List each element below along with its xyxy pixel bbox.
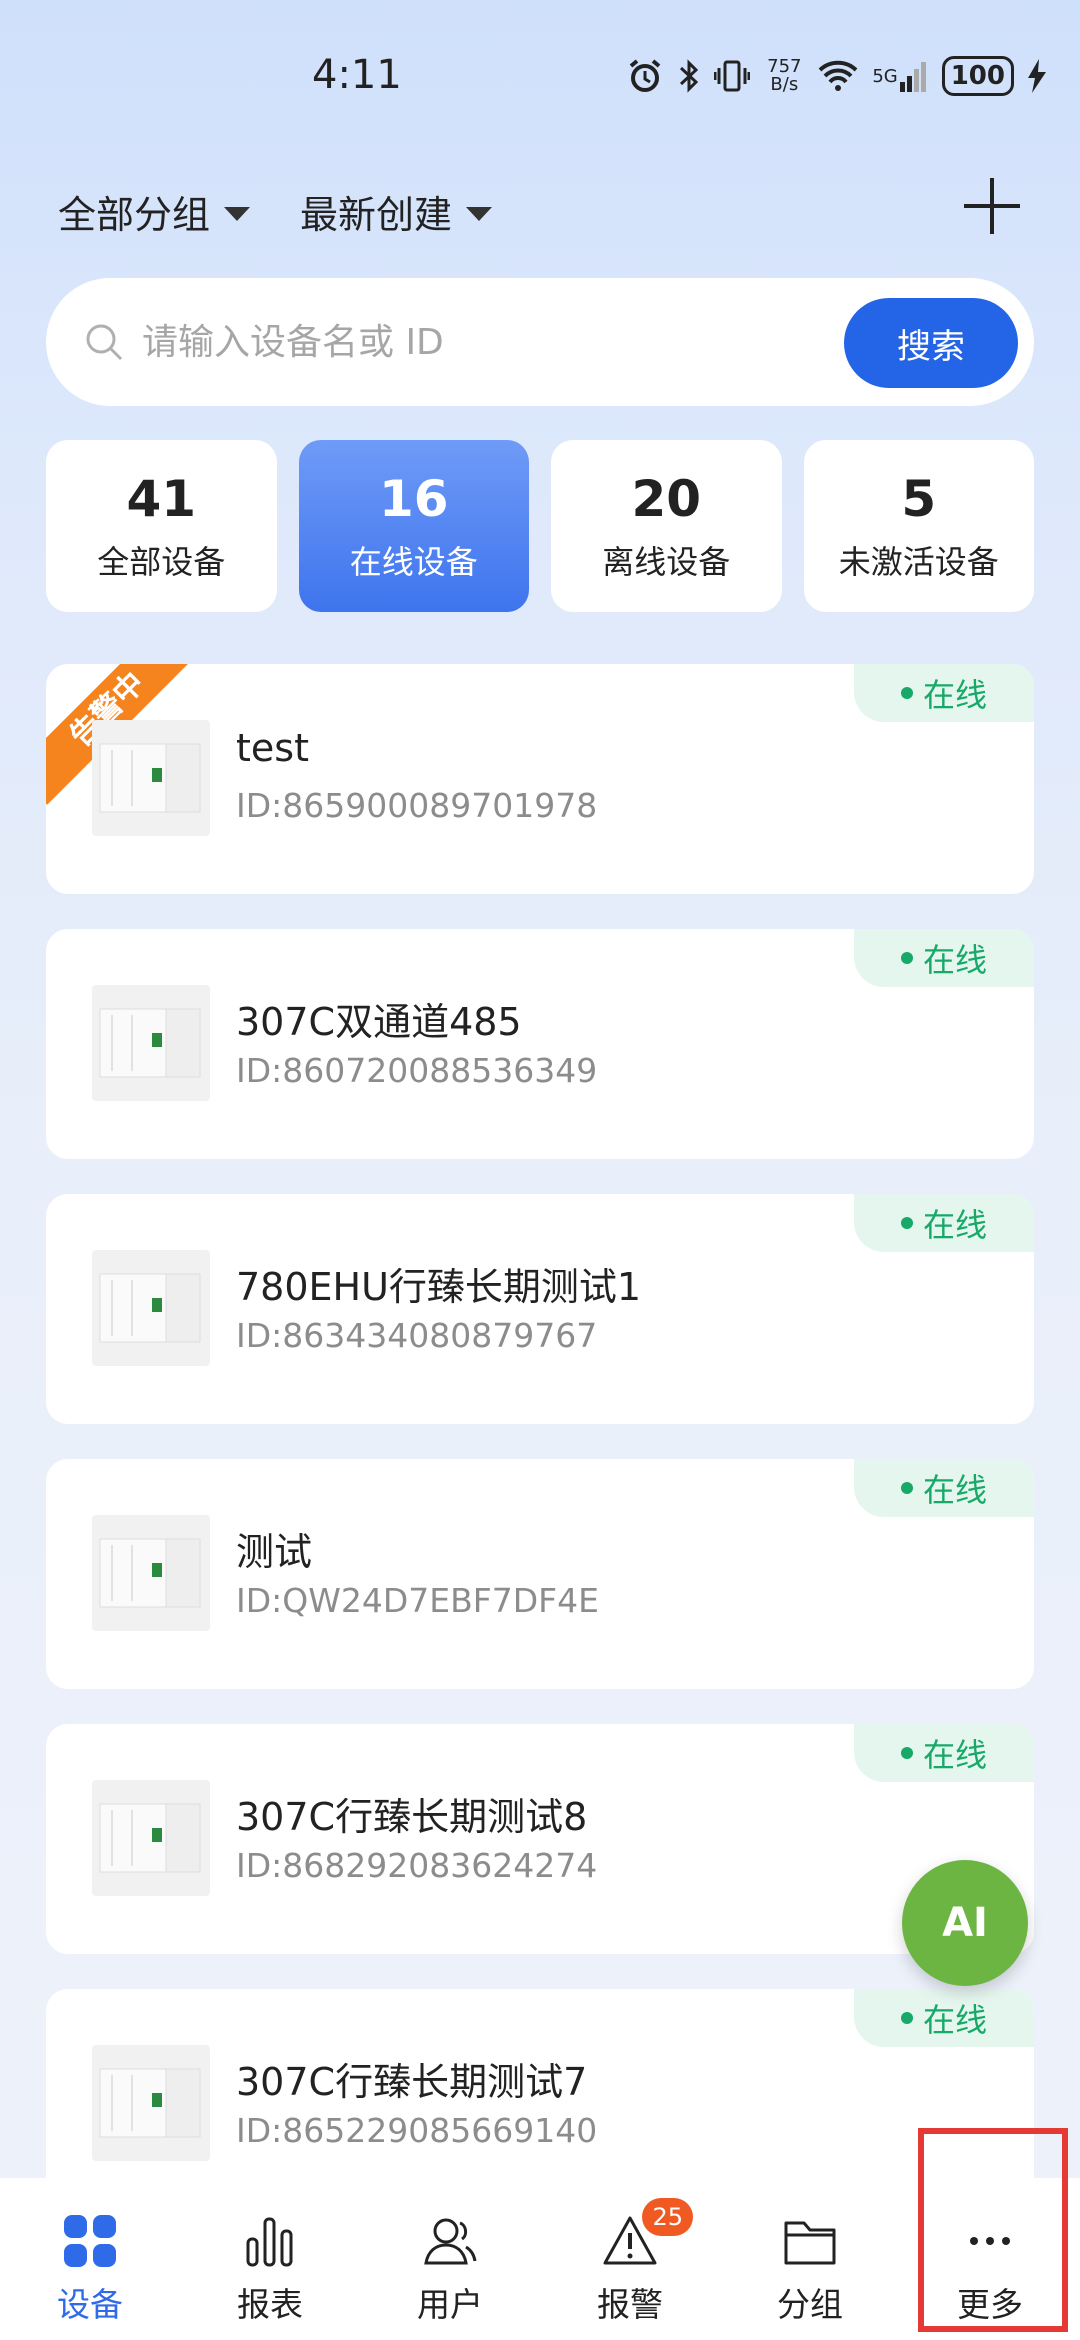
bluetooth-icon — [678, 58, 700, 94]
bar-chart-icon — [241, 2212, 299, 2270]
charging-icon — [1028, 59, 1046, 93]
online-dot-icon — [900, 687, 913, 699]
device-card[interactable]: 307C双通道485 ID:860720088536349 在线 — [46, 929, 1034, 1159]
nav-item-devices[interactable]: 设备 — [0, 2178, 180, 2340]
device-card[interactable]: 307C行臻长期测试8 ID:868292083624274 在线 — [46, 1724, 1034, 1954]
device-name: test — [236, 726, 309, 770]
stat-inactive-devices[interactable]: 5 未激活设备 — [803, 440, 1034, 612]
stat-count: 41 — [126, 470, 197, 528]
device-name: 307C双通道485 — [236, 1000, 522, 1044]
battery-indicator: 100 — [941, 56, 1014, 96]
device-id: ID:865229085669140 — [236, 2111, 598, 2150]
online-dot-icon — [900, 1217, 913, 1229]
device-id: ID:863434080879767 — [236, 1316, 598, 1355]
device-id: ID:QW24D7EBF7DF4E — [236, 1581, 599, 1620]
signal-icon: 5G — [872, 60, 927, 92]
alarm-clock-icon — [626, 57, 664, 95]
device-name: 307C行臻长期测试7 — [236, 2060, 588, 2104]
sort-filter[interactable]: 最新创建 — [300, 184, 493, 239]
search-icon — [84, 322, 124, 362]
group-filter[interactable]: 全部分组 — [58, 184, 251, 239]
status-badge: 在线 — [854, 929, 1034, 987]
device-name: 测试 — [236, 1530, 313, 1574]
bottom-nav: 设备 报表 用户 25 报警 分组 更多 — [0, 2128, 1080, 2340]
net-speed: 757 B/s — [767, 56, 802, 95]
warning-icon: 25 — [601, 2198, 693, 2270]
nav-item-more[interactable]: 更多 — [900, 2128, 1080, 2340]
device-thumbnail — [92, 720, 210, 836]
more-icon — [961, 2212, 1019, 2270]
ai-assistant-button[interactable]: AI — [902, 1860, 1028, 1986]
nav-label: 报警 — [597, 2285, 663, 2324]
add-icon[interactable] — [964, 178, 1020, 234]
wifi-icon — [818, 60, 858, 92]
nav-item-groups[interactable]: 分组 — [720, 2178, 900, 2340]
status-bar: 4:11 757 B/s 5G 100 — [0, 0, 1080, 160]
device-id: ID:860720088536349 — [236, 1051, 598, 1090]
device-card[interactable]: 307C行臻长期测试7 ID:865229085669140 在线 — [46, 1989, 1034, 2179]
status-badge: 在线 — [854, 1459, 1034, 1517]
search-input[interactable] — [142, 300, 842, 384]
device-thumbnail — [92, 985, 210, 1101]
user-icon — [421, 2212, 479, 2270]
device-card[interactable]: 告警中 test ID:865900089701978 在线 — [46, 664, 1034, 894]
stat-online-devices[interactable]: 16 在线设备 — [298, 440, 529, 612]
device-card[interactable]: 780EHU行臻长期测试1 ID:863434080879767 在线 — [46, 1194, 1034, 1424]
device-card[interactable]: 测试 ID:QW24D7EBF7DF4E 在线 — [46, 1459, 1034, 1689]
device-name: 780EHU行臻长期测试1 — [236, 1265, 642, 1309]
status-icons: 757 B/s 5G 100 — [626, 56, 1046, 96]
status-badge: 在线 — [854, 1989, 1034, 2047]
folder-icon — [781, 2212, 839, 2270]
status-badge: 在线 — [854, 1194, 1034, 1252]
status-badge: 在线 — [854, 1724, 1034, 1782]
status-time: 4:11 — [312, 52, 402, 98]
stat-count: 5 — [901, 470, 937, 528]
header: 全部分组 最新创建 — [0, 170, 1080, 250]
device-thumbnail — [92, 1250, 210, 1366]
stat-label: 在线设备 — [349, 543, 478, 581]
nav-item-reports[interactable]: 报表 — [180, 2178, 360, 2340]
chevron-down-icon — [224, 206, 251, 221]
alarm-count-badge: 25 — [642, 2198, 693, 2236]
nav-item-users[interactable]: 用户 — [360, 2178, 540, 2340]
device-thumbnail — [92, 1515, 210, 1631]
stat-count: 16 — [378, 470, 449, 528]
stat-label: 未激活设备 — [838, 543, 999, 581]
stat-all-devices[interactable]: 41 全部设备 — [46, 440, 277, 612]
device-thumbnail — [92, 2045, 210, 2161]
sort-filter-label: 最新创建 — [300, 193, 453, 237]
chevron-down-icon — [466, 206, 493, 221]
stat-label: 全部设备 — [97, 543, 226, 581]
status-badge: 在线 — [854, 664, 1034, 722]
stat-offline-devices[interactable]: 20 离线设备 — [551, 440, 782, 612]
nav-label: 分组 — [777, 2285, 843, 2324]
search-bar: 搜索 — [46, 278, 1034, 406]
grid-icon — [61, 2212, 119, 2270]
device-thumbnail — [92, 1780, 210, 1896]
nav-item-alarms[interactable]: 25 报警 — [540, 2178, 720, 2340]
device-list: 告警中 test ID:865900089701978 在线 307C双通道48… — [46, 664, 1034, 2179]
group-filter-label: 全部分组 — [58, 193, 211, 237]
nav-label: 设备 — [57, 2285, 123, 2324]
stat-count: 20 — [631, 470, 702, 528]
device-id: ID:868292083624274 — [236, 1846, 598, 1885]
online-dot-icon — [900, 952, 913, 964]
device-name: 307C行臻长期测试8 — [236, 1795, 588, 1839]
online-dot-icon — [900, 1482, 913, 1494]
device-id: ID:865900089701978 — [236, 786, 598, 825]
device-stats: 41 全部设备 16 在线设备 20 离线设备 5 未激活设备 — [46, 440, 1034, 612]
vibrate-icon — [714, 58, 751, 94]
online-dot-icon — [900, 2012, 913, 2024]
online-dot-icon — [900, 1747, 913, 1759]
nav-label: 用户 — [417, 2285, 483, 2324]
nav-label: 报表 — [237, 2285, 303, 2324]
search-button[interactable]: 搜索 — [844, 298, 1018, 388]
stat-label: 离线设备 — [602, 543, 731, 581]
